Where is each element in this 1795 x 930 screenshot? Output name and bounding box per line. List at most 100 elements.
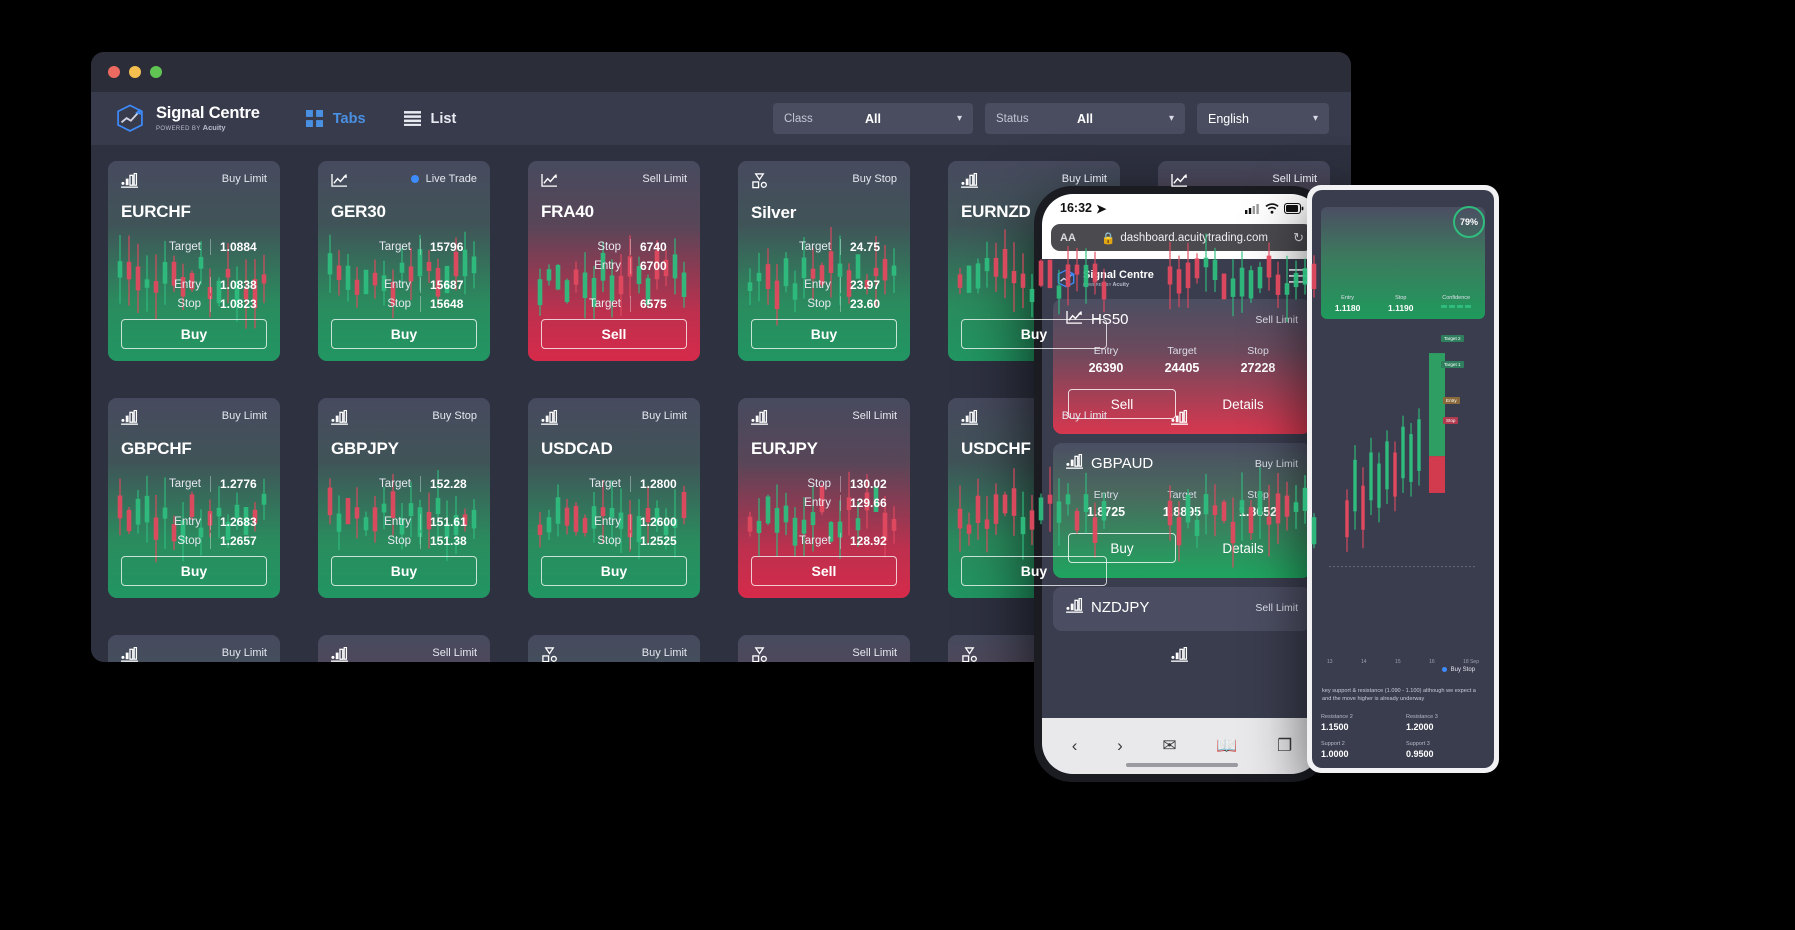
commodity-icon bbox=[752, 647, 767, 662]
signal-card[interactable]: Buy Limit USDCHF Buy bbox=[948, 398, 1120, 598]
card-level-row: Target 152.28 bbox=[331, 474, 477, 493]
confidence-bars-icon bbox=[1441, 305, 1472, 308]
card-action-button[interactable]: Buy bbox=[331, 319, 477, 349]
tablet-sr-label: Resistance 3 bbox=[1406, 714, 1438, 720]
card-instrument-icon bbox=[961, 172, 978, 193]
close-window-button[interactable] bbox=[108, 66, 120, 78]
level-label: Entry bbox=[174, 515, 201, 528]
minimize-window-button[interactable] bbox=[129, 66, 141, 78]
card-action-button[interactable]: Buy bbox=[121, 319, 267, 349]
card-action-button[interactable]: Buy bbox=[121, 556, 267, 586]
signal-card[interactable] bbox=[1158, 635, 1330, 662]
card-level-row: Target 1.0884 bbox=[121, 237, 267, 256]
card-action-button[interactable]: Buy bbox=[961, 319, 1107, 349]
signal-card[interactable]: Buy Limit EURCHF Target 1.0884 Entry 1.0838 St… bbox=[108, 161, 280, 361]
card-order-type: Buy Limit bbox=[221, 173, 267, 185]
chart-tag-target-1: Target 1 bbox=[1441, 361, 1464, 368]
level-value: 6740 bbox=[640, 239, 667, 254]
level-divider bbox=[210, 295, 211, 312]
signal-card[interactable]: Sell Limit FRA40 Stop 6740 Entry 6700 Target 65… bbox=[528, 161, 700, 361]
level-label: Entry bbox=[594, 259, 621, 272]
card-instrument-icon bbox=[1171, 409, 1188, 430]
level-label: Entry bbox=[384, 515, 411, 528]
card-action-button[interactable]: Buy bbox=[961, 556, 1107, 586]
card-level-row: Stop 1.2525 bbox=[541, 531, 687, 550]
status-filter-label: Status bbox=[996, 112, 1029, 125]
signal-card[interactable]: Live Trade GER30 Target 15796 Entry 15687 Stop… bbox=[318, 161, 490, 361]
nav-tab-tabs[interactable]: Tabs bbox=[305, 110, 366, 127]
card-symbol: USDCHF bbox=[961, 439, 1031, 458]
phone-browser-tabbar: ‹ › ✉ 📖 ❐ bbox=[1042, 718, 1322, 774]
card-symbol: Silver bbox=[751, 203, 797, 222]
card-level-row: Entry 151.61 bbox=[331, 512, 477, 531]
level-label: Stop bbox=[177, 297, 201, 310]
card-action-button[interactable]: Buy bbox=[331, 556, 477, 586]
tablet-analysis-note: key support & resistance (1.090 - 1.100)… bbox=[1322, 687, 1476, 703]
language-select[interactable]: English ▾ bbox=[1197, 103, 1329, 134]
tablet-level-label: Stop bbox=[1395, 295, 1407, 301]
tablet-top-level: Entry 1.1180 bbox=[1335, 295, 1361, 313]
signal-card[interactable]: Buy Limit GBPCHF Target 1.2776 Entry 1.2683 St… bbox=[108, 398, 280, 598]
card-levels: Stop 130.02 Entry 129.66 Target 128.92 bbox=[751, 474, 897, 550]
level-divider bbox=[210, 475, 211, 492]
header-filters: Class All ▾ Status All ▾ English ▾ bbox=[773, 103, 1329, 134]
level-divider bbox=[840, 475, 841, 492]
card-action-button[interactable]: Sell bbox=[541, 319, 687, 349]
signal-card[interactable]: Sell LimitEURGBPStop0.8575 bbox=[318, 635, 490, 662]
tablet-xtick: 16 bbox=[1429, 658, 1435, 665]
brand-tagline: POWERED BY Acuity bbox=[156, 123, 226, 133]
share-icon[interactable]: ✉ bbox=[1162, 736, 1176, 756]
card-levels: Target 1.2776 Entry 1.2683 Stop 1.2657 bbox=[121, 474, 267, 550]
signal-card[interactable]: Sell Limit bbox=[1158, 161, 1330, 361]
tablet-sr-label: Support 2 bbox=[1321, 741, 1345, 747]
back-icon[interactable]: ‹ bbox=[1072, 736, 1078, 756]
line-chart-icon bbox=[331, 173, 347, 187]
card-order-type: Buy Limit bbox=[1061, 410, 1107, 422]
maximize-window-button[interactable] bbox=[150, 66, 162, 78]
card-instrument-icon bbox=[121, 646, 138, 662]
level-label: Target bbox=[169, 477, 201, 490]
card-instrument-icon bbox=[541, 647, 558, 662]
level-divider bbox=[840, 295, 841, 312]
card-symbol: EURJPY bbox=[751, 439, 818, 458]
level-divider bbox=[210, 532, 211, 549]
card-action-button[interactable]: Buy bbox=[541, 556, 687, 586]
card-instrument-icon bbox=[751, 647, 768, 662]
chevron-down-icon: ▾ bbox=[956, 113, 962, 124]
card-levels: Target 152.28 Entry 151.61 Stop 151.38 bbox=[331, 474, 477, 550]
level-value: 128.92 bbox=[850, 533, 887, 548]
signal-card[interactable]: Sell LimitBrentStop76.50 bbox=[738, 635, 910, 662]
signal-card[interactable]: Buy Limit EURNZD Buy bbox=[948, 161, 1120, 361]
level-label: Target bbox=[379, 240, 411, 253]
card-instrument-icon bbox=[121, 172, 138, 193]
signal-card[interactable]: Buy LimitPlatinumTarget930 bbox=[528, 635, 700, 662]
tablet-top-level: Stop 1.1190 bbox=[1388, 295, 1414, 313]
nav-tab-list[interactable]: List bbox=[403, 111, 456, 127]
tabs-icon[interactable]: ❐ bbox=[1277, 736, 1292, 756]
chart-tag-target-2: Target 2 bbox=[1441, 335, 1464, 342]
level-divider bbox=[420, 276, 421, 293]
signal-grid-container: Buy Limit EURCHF Target 1.0884 Entry 1.0838 St… bbox=[91, 145, 1351, 662]
status-filter-select[interactable]: Status All ▾ bbox=[985, 103, 1185, 134]
phone-order-type: Sell Limit bbox=[1255, 601, 1298, 614]
level-divider bbox=[630, 475, 631, 492]
signal-card[interactable]: Sell Limit EURJPY Stop 130.02 Entry 129.66 Tar… bbox=[738, 398, 910, 598]
card-instrument-icon bbox=[541, 409, 558, 430]
signal-card[interactable]: WTI bbox=[948, 635, 1120, 662]
signal-card[interactable] bbox=[1158, 398, 1330, 598]
level-label: Stop bbox=[387, 534, 411, 547]
forward-icon[interactable]: › bbox=[1117, 736, 1123, 756]
signal-card[interactable]: Buy Stop GBPJPY Target 152.28 Entry 151.61 Sto… bbox=[318, 398, 490, 598]
level-divider bbox=[630, 513, 631, 530]
signal-card[interactable]: Buy Limit USDCAD Target 1.2800 Entry 1.2600 St… bbox=[528, 398, 700, 598]
class-filter-select[interactable]: Class All ▾ bbox=[773, 103, 973, 134]
card-levels bbox=[1171, 267, 1317, 343]
level-value: 1.2800 bbox=[640, 476, 677, 491]
card-action-button[interactable]: Sell bbox=[751, 556, 897, 586]
bookmarks-icon[interactable]: 📖 bbox=[1216, 736, 1237, 756]
level-label: Stop bbox=[387, 297, 411, 310]
card-action-button[interactable]: Buy bbox=[751, 319, 897, 349]
signal-card[interactable]: Buy Stop Silver Target 24.75 Entry 23.97 Stop 2… bbox=[738, 161, 910, 361]
card-level-row: Target 15796 bbox=[331, 237, 477, 256]
signal-card[interactable]: Buy LimitAUDJPYTarget81.95 bbox=[108, 635, 280, 662]
